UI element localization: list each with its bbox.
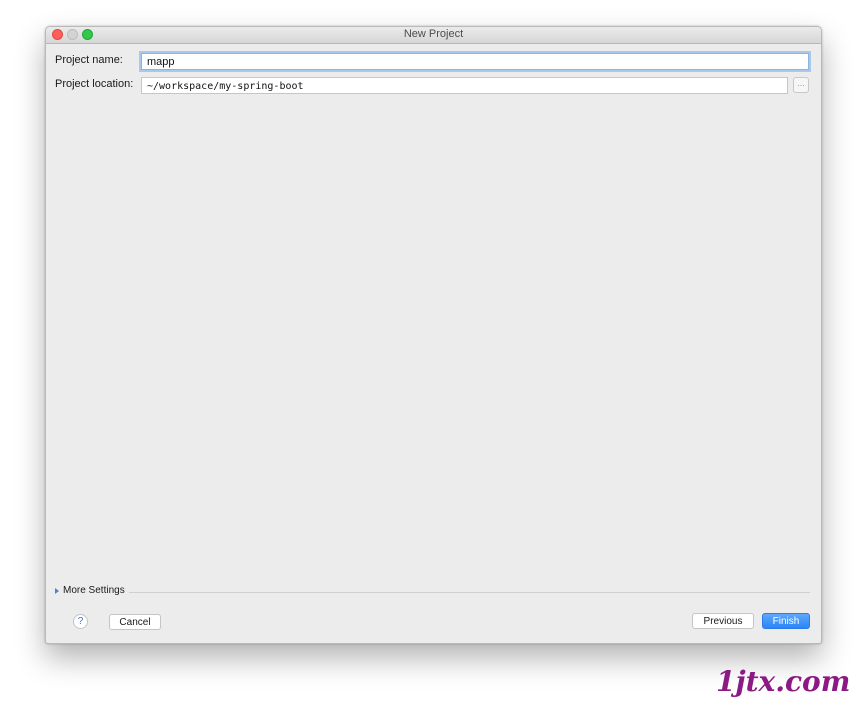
new-project-dialog: New Project Project name: Project locati… (45, 26, 822, 644)
finish-button[interactable]: Finish (762, 613, 810, 629)
project-name-label: Project name: (55, 54, 123, 66)
previous-button[interactable]: Previous (692, 613, 754, 629)
more-settings-label: More Settings (63, 585, 125, 596)
title-bar[interactable]: New Project (46, 27, 821, 44)
cancel-button[interactable]: Cancel (109, 614, 161, 630)
watermark-logo: 1jtx.com (716, 665, 851, 698)
project-name-input[interactable] (141, 53, 809, 70)
project-location-input[interactable] (141, 77, 788, 94)
browse-location-button[interactable]: ... (793, 77, 809, 93)
disclosure-triangle-icon (55, 588, 59, 594)
help-button[interactable]: ? (73, 614, 88, 629)
window-title: New Project (403, 28, 464, 40)
more-settings-toggle[interactable]: More Settings (55, 585, 810, 599)
more-settings-divider (129, 592, 810, 593)
project-location-label: Project location: (55, 78, 134, 90)
